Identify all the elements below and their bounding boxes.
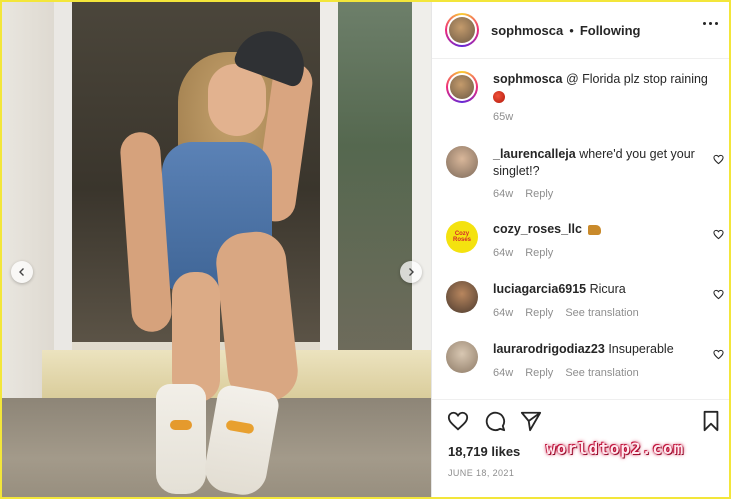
comment-avatar[interactable] [446, 341, 478, 373]
comment-meta: 64w Reply See translation [493, 367, 639, 379]
author-avatar[interactable] [445, 13, 479, 47]
comment-body: cozy_roses_llc [493, 221, 713, 238]
photo-person-leg-left [172, 272, 220, 402]
comment-avatar[interactable] [446, 281, 478, 313]
photo-person-face [208, 64, 266, 136]
likes-count[interactable]: 18,719 likes [448, 444, 520, 459]
comment-time[interactable]: 64w [493, 367, 513, 379]
reply-button[interactable]: Reply [525, 307, 553, 319]
caption-avatar[interactable] [446, 71, 478, 103]
carousel-next-button[interactable] [400, 261, 422, 283]
caption-body: sophmosca @ Florida plz stop raining [493, 71, 713, 105]
photo-glass-frame-right [412, 2, 431, 362]
caption-username[interactable]: sophmosca [493, 72, 562, 86]
comment-body: _laurencalleja where'd you get your sing… [493, 146, 713, 180]
post-side-panel: sophmosca • Following sophmosca @ Florid… [431, 2, 729, 497]
comment-time[interactable]: 64w [493, 188, 513, 200]
watermark: worldtop2.com [546, 439, 685, 458]
comment-username[interactable]: laurarodrigodiaz23 [493, 342, 605, 356]
comment-text: Insuperable [608, 342, 674, 356]
photo-door-frame [54, 2, 72, 362]
heart-icon[interactable] [713, 154, 724, 165]
following-button[interactable]: Following [580, 23, 641, 38]
comment-username[interactable]: _laurencalleja [493, 147, 576, 161]
comment-username[interactable]: cozy_roses_llc [493, 222, 582, 236]
heart-icon[interactable] [713, 349, 724, 360]
comment-meta: 64w Reply [493, 188, 553, 200]
comment-meta: 64w Reply See translation [493, 307, 639, 319]
see-translation-button[interactable]: See translation [565, 307, 638, 319]
comments-list: sophmosca @ Florida plz stop raining 65w… [432, 59, 729, 399]
comment-body: luciagarcia6915 Ricura [493, 281, 713, 298]
comment-body: laurarodrigodiaz23 Insuperable [493, 341, 713, 358]
photo-glass-frame [320, 2, 338, 362]
comment-avatar-logo: Cozy Roses [452, 231, 471, 243]
post-date[interactable]: JUNE 18, 2021 [448, 468, 514, 478]
comment-avatar[interactable]: Cozy Roses [446, 221, 478, 253]
caption-time[interactable]: 65w [493, 111, 513, 123]
caption-text: @ Florida plz stop raining [565, 72, 708, 86]
instagram-post-frame: sophmosca • Following sophmosca @ Florid… [0, 0, 731, 499]
header-separator: • [569, 22, 574, 38]
photo-sneaker-accent [170, 420, 192, 430]
author-username[interactable]: sophmosca [491, 23, 563, 38]
comment-text: Ricura [589, 282, 626, 296]
chevron-right-icon [409, 268, 414, 276]
heart-icon[interactable] [447, 410, 469, 432]
send-icon[interactable] [520, 410, 542, 432]
reply-button[interactable]: Reply [525, 367, 553, 379]
comment-avatar[interactable] [446, 146, 478, 178]
post-header: sophmosca • Following [432, 2, 729, 59]
see-translation-button[interactable]: See translation [565, 367, 638, 379]
boot-icon [588, 224, 602, 235]
chevron-left-icon [19, 268, 24, 276]
reply-button[interactable]: Reply [525, 188, 553, 200]
reply-button[interactable]: Reply [525, 247, 553, 259]
carousel-prev-button[interactable] [11, 261, 33, 283]
more-options-icon[interactable] [703, 22, 718, 25]
bookmark-icon[interactable] [700, 410, 722, 432]
post-photo[interactable] [2, 2, 431, 497]
comment-meta: 64w Reply [493, 247, 553, 259]
heart-icon[interactable] [713, 229, 724, 240]
caption-meta: 65w [493, 111, 513, 123]
basketball-icon [493, 90, 505, 103]
comment-time[interactable]: 64w [493, 307, 513, 319]
photo-sneaker-left [156, 384, 206, 494]
comment-username[interactable]: luciagarcia6915 [493, 282, 586, 296]
comment-icon[interactable] [484, 410, 506, 432]
heart-icon[interactable] [713, 289, 724, 300]
comment-time[interactable]: 64w [493, 247, 513, 259]
